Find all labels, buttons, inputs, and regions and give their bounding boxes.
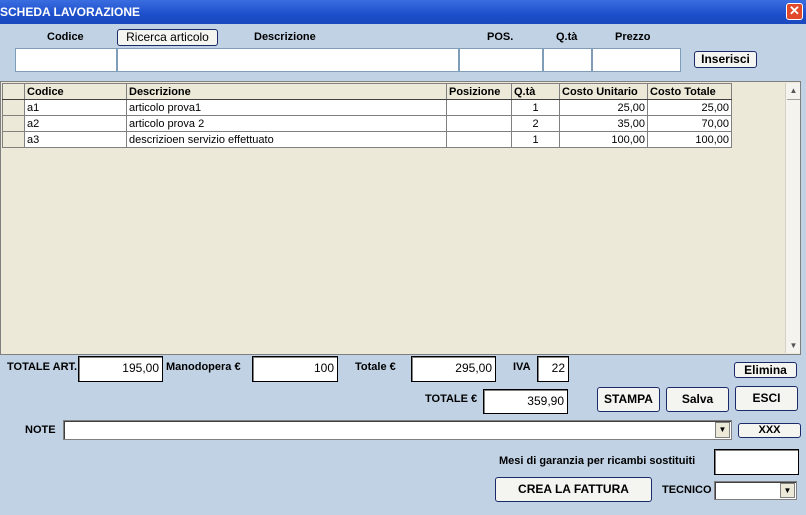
inserisci-button[interactable]: Inserisci (694, 51, 757, 68)
table-row[interactable]: a2 articolo prova 2 2 35,00 70,00 (2, 115, 732, 132)
cell-costo-unitario[interactable]: 35,00 (559, 115, 648, 132)
row-selector[interactable] (2, 115, 25, 132)
qta-label: Q.tà (556, 31, 578, 43)
cell-codice[interactable]: a2 (24, 115, 127, 132)
crea-fattura-button[interactable]: CREA LA FATTURA (495, 477, 652, 502)
column-header-posizione[interactable]: Posizione (446, 83, 512, 100)
cell-descrizione[interactable]: articolo prova1 (126, 99, 447, 116)
totale-art-field[interactable]: 195,00 (78, 356, 163, 382)
cell-costo-totale[interactable]: 100,00 (647, 131, 732, 148)
column-header-qta[interactable]: Q.tà (511, 83, 560, 100)
scroll-up-arrow-icon[interactable]: ▲ (786, 83, 801, 98)
totale-label: Totale € (355, 361, 396, 373)
column-header-descrizione[interactable]: Descrizione (126, 83, 447, 100)
window-title: SCHEDA LAVORAZIONE (0, 5, 141, 19)
prezzo-input[interactable] (592, 48, 681, 72)
note-dropdown[interactable]: ▼ (63, 420, 732, 440)
row-selector[interactable] (2, 99, 25, 116)
cell-descrizione[interactable]: descrizioen servizio effettuato (126, 131, 447, 148)
cell-posizione[interactable] (446, 99, 512, 116)
cell-posizione[interactable] (446, 115, 512, 132)
cell-qta[interactable]: 1 (511, 99, 560, 116)
cell-costo-unitario[interactable]: 100,00 (559, 131, 648, 148)
grid-vertical-scrollbar[interactable]: ▲ ▼ (785, 83, 800, 353)
tecnico-dropdown[interactable]: ▼ (714, 481, 797, 500)
qta-input[interactable] (543, 48, 592, 72)
esci-button[interactable]: ESCI (735, 386, 798, 411)
descrizione-input[interactable] (117, 48, 459, 72)
manodopera-field[interactable]: 100 (252, 356, 338, 382)
cell-costo-totale[interactable]: 25,00 (647, 99, 732, 116)
close-button[interactable]: ✕ (786, 3, 803, 20)
column-header-codice[interactable]: Codice (24, 83, 127, 100)
row-selector-header (2, 83, 25, 100)
column-header-costo-unitario[interactable]: Costo Unitario (559, 83, 648, 100)
iva-field[interactable]: 22 (537, 356, 569, 382)
chevron-down-icon[interactable]: ▼ (780, 483, 795, 498)
manodopera-label: Manodopera € (166, 361, 241, 373)
totale-iva-label: TOTALE € (425, 393, 478, 405)
cell-costo-unitario[interactable]: 25,00 (559, 99, 648, 116)
garanzia-field[interactable] (714, 449, 799, 475)
row-selector[interactable] (2, 131, 25, 148)
totale-art-label: TOTALE ART. (7, 361, 78, 373)
pos-input[interactable] (459, 48, 543, 72)
prezzo-label: Prezzo (615, 31, 651, 43)
articles-grid[interactable]: Codice Descrizione Posizione Q.tà Costo … (0, 81, 801, 355)
pos-label: POS. (487, 31, 514, 43)
descrizione-label: Descrizione (254, 31, 316, 43)
garanzia-label: Mesi di garanzia per ricambi sostituiti (499, 455, 696, 467)
chevron-down-icon[interactable]: ▼ (715, 422, 730, 438)
cell-posizione[interactable] (446, 131, 512, 148)
articles-table: Codice Descrizione Posizione Q.tà Costo … (2, 83, 732, 148)
tecnico-label: TECNICO (662, 484, 712, 496)
column-header-costo-totale[interactable]: Costo Totale (647, 83, 732, 100)
cell-codice[interactable]: a1 (24, 99, 127, 116)
scroll-down-arrow-icon[interactable]: ▼ (786, 338, 801, 353)
codice-input[interactable] (15, 48, 117, 72)
ricerca-articolo-button[interactable]: Ricerca articolo (117, 29, 218, 46)
xxx-button[interactable]: XXX (738, 423, 801, 438)
cell-qta[interactable]: 2 (511, 115, 560, 132)
note-label: NOTE (25, 424, 56, 436)
totale-field[interactable]: 295,00 (411, 356, 496, 382)
stampa-button[interactable]: STAMPA (597, 387, 660, 412)
totale-iva-field[interactable]: 359,90 (483, 389, 568, 414)
cell-costo-totale[interactable]: 70,00 (647, 115, 732, 132)
cell-codice[interactable]: a3 (24, 131, 127, 148)
table-header-row: Codice Descrizione Posizione Q.tà Costo … (2, 83, 732, 100)
cell-qta[interactable]: 1 (511, 131, 560, 148)
iva-label: IVA (513, 361, 531, 373)
salva-button[interactable]: Salva (666, 387, 729, 412)
elimina-button[interactable]: Elimina (734, 362, 797, 378)
table-row[interactable]: a3 descrizioen servizio effettuato 1 100… (2, 131, 732, 148)
codice-label: Codice (47, 31, 84, 43)
cell-descrizione[interactable]: articolo prova 2 (126, 115, 447, 132)
scroll-thumb[interactable] (787, 99, 800, 101)
table-row[interactable]: a1 articolo prova1 1 25,00 25,00 (2, 99, 732, 116)
